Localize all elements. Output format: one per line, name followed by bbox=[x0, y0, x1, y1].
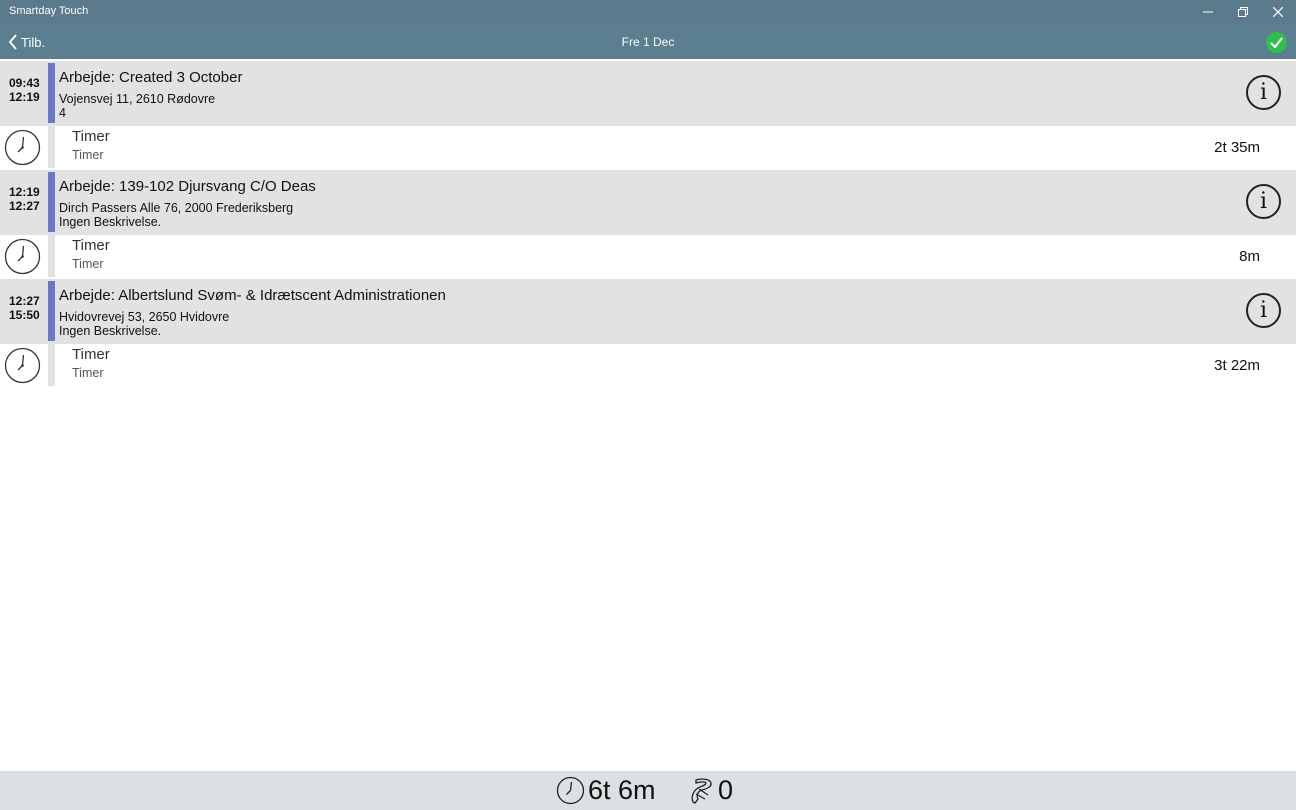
job-list: 09:43 12:19 Arbejde: Created 3 October V… bbox=[0, 59, 1296, 386]
time-entry-subtitle: Timer bbox=[72, 366, 104, 380]
info-button[interactable]: i bbox=[1246, 293, 1281, 328]
summary-footer: 6t 6m 0 bbox=[0, 771, 1296, 810]
time-entry-row[interactable]: Timer Timer 2t 35m bbox=[0, 126, 1296, 168]
job-description: 4 bbox=[59, 106, 66, 120]
job-end-time: 12:27 bbox=[9, 199, 40, 213]
job-start-time: 12:27 bbox=[9, 294, 40, 308]
job-start-time: 09:43 bbox=[9, 76, 40, 90]
job-description: Ingen Beskrivelse. bbox=[59, 215, 162, 229]
time-entry-title: Timer bbox=[72, 237, 110, 254]
page-title: Fre 1 Dec bbox=[621, 35, 675, 49]
confirm-button[interactable] bbox=[1266, 32, 1287, 53]
time-entry-row[interactable]: Timer Timer 8m bbox=[0, 235, 1296, 277]
time-entry-title: Timer bbox=[72, 128, 110, 145]
material-count-value: 0 bbox=[718, 775, 734, 805]
time-entry-separator bbox=[48, 126, 55, 168]
material-icon bbox=[691, 777, 712, 804]
info-button[interactable]: i bbox=[1246, 75, 1281, 110]
job-address: Vojensvej 11, 2610 Rødovre bbox=[59, 92, 216, 106]
clock-icon bbox=[4, 238, 41, 275]
job-row[interactable]: 12:19 12:27 Arbejde: 139-102 Djursvang C… bbox=[0, 168, 1296, 235]
time-entry-separator bbox=[48, 235, 55, 277]
restore-button[interactable] bbox=[1225, 0, 1261, 24]
restore-icon bbox=[1238, 7, 1248, 17]
job-time-range: 12:19 12:27 bbox=[9, 185, 40, 213]
job-end-time: 15:50 bbox=[9, 308, 40, 322]
job-time-range: 12:27 15:50 bbox=[9, 294, 40, 322]
time-entry-separator bbox=[48, 344, 55, 386]
time-entry-duration: 8m bbox=[1239, 248, 1260, 265]
time-entry-row[interactable]: Timer Timer 3t 22m bbox=[0, 344, 1296, 386]
job-color-bar bbox=[48, 172, 55, 232]
window-titlebar: Smartday Touch bbox=[0, 0, 1296, 24]
job-address: Dirch Passers Alle 76, 2000 Frederiksber… bbox=[59, 201, 294, 215]
checkmark-icon bbox=[1270, 37, 1283, 48]
job-end-time: 12:19 bbox=[9, 90, 40, 104]
total-time-summary: 6t 6m bbox=[556, 775, 656, 806]
job-row[interactable]: 09:43 12:19 Arbejde: Created 3 October V… bbox=[0, 59, 1296, 126]
info-button[interactable]: i bbox=[1246, 184, 1281, 219]
job-start-time: 12:19 bbox=[9, 185, 40, 199]
clock-icon bbox=[4, 347, 41, 384]
job-color-bar bbox=[48, 281, 55, 341]
job-title: Arbejde: Albertslund Svøm- & Idrætscent … bbox=[59, 287, 446, 304]
job-title: Arbejde: 139-102 Djursvang C/O Deas bbox=[59, 178, 316, 195]
material-count-summary: 0 bbox=[690, 775, 733, 806]
info-icon: i bbox=[1259, 189, 1268, 214]
close-button[interactable] bbox=[1260, 0, 1296, 24]
job-description: Ingen Beskrivelse. bbox=[59, 324, 162, 338]
total-time-value: 6t 6m bbox=[588, 775, 656, 805]
app-title: Smartday Touch bbox=[9, 5, 89, 17]
job-time-range: 09:43 12:19 bbox=[9, 76, 40, 104]
minimize-icon bbox=[1203, 11, 1213, 13]
time-entry-duration: 2t 35m bbox=[1214, 139, 1260, 156]
time-entry-subtitle: Timer bbox=[72, 148, 104, 162]
info-icon: i bbox=[1259, 80, 1268, 105]
time-entry-duration: 3t 22m bbox=[1214, 357, 1260, 374]
close-icon bbox=[1273, 7, 1283, 17]
clock-icon bbox=[556, 776, 585, 805]
job-title: Arbejde: Created 3 October bbox=[59, 69, 243, 86]
job-address: Hvidovrevej 53, 2650 Hvidovre bbox=[59, 310, 230, 324]
time-entry-subtitle: Timer bbox=[72, 257, 104, 271]
clock-icon bbox=[4, 129, 41, 166]
time-entry-title: Timer bbox=[72, 346, 110, 363]
job-color-bar bbox=[48, 63, 55, 123]
job-row[interactable]: 12:27 15:50 Arbejde: Albertslund Svøm- &… bbox=[0, 277, 1296, 344]
minimize-button[interactable] bbox=[1190, 0, 1226, 24]
info-icon: i bbox=[1259, 298, 1268, 323]
navigation-bar: Tilb. Fre 1 Dec bbox=[0, 24, 1296, 59]
